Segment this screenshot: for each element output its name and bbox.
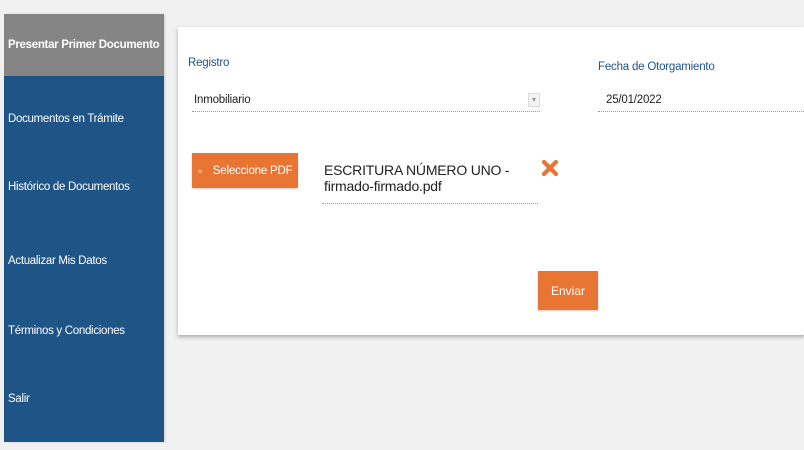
sidebar-item-label: Histórico de Documentos (8, 181, 130, 193)
sidebar-item-historico-de-documentos[interactable]: Histórico de Documentos (4, 156, 164, 218)
fecha-otorgamiento-label: Fecha de Otorgamiento (598, 61, 715, 73)
select-pdf-label: Seleccione PDF (212, 164, 293, 177)
sidebar-item-documentos-en-tramite[interactable]: Documentos en Trámite (4, 88, 164, 150)
sidebar-item-label: Términos y Condiciones (8, 325, 125, 337)
select-pdf-button[interactable]: ● Seleccione PDF (192, 153, 298, 188)
send-button-label: Enviar (550, 283, 585, 298)
registro-select[interactable]: Inmobiliario ▼ (192, 90, 540, 112)
fecha-otorgamiento-value: 25/01/2022 (606, 94, 662, 106)
sidebar-item-label: Actualizar Mis Datos (8, 255, 107, 267)
sidebar-item-label: Documentos en Trámite (8, 113, 124, 125)
sidebar-item-terminos-y-condiciones[interactable]: Términos y Condiciones (4, 300, 164, 362)
document-form-card: Registro Inmobiliario ▼ Fecha de Otorgam… (178, 27, 804, 335)
sidebar-item-label: Salir (8, 393, 30, 405)
registro-select-value: Inmobiliario (194, 94, 251, 106)
sidebar: Presentar Primer Documento Documentos en… (4, 14, 164, 442)
close-icon[interactable] (541, 159, 559, 177)
selected-file-name: ESCRITURA NÚMERO UNO -firmado-firmado.pd… (324, 162, 510, 194)
chevron-down-icon[interactable]: ▼ (528, 93, 540, 107)
sidebar-item-label: Presentar Primer Documento (8, 39, 160, 51)
sidebar-item-actualizar-mis-datos[interactable]: Actualizar Mis Datos (4, 230, 164, 292)
sidebar-item-salir[interactable]: Salir (4, 368, 164, 430)
bullet-icon: ● (197, 165, 203, 176)
fecha-otorgamiento-input[interactable]: 25/01/2022 (598, 90, 804, 112)
sidebar-item-presentar-primer-documento[interactable]: Presentar Primer Documento (4, 14, 164, 76)
send-button[interactable]: Enviar (538, 271, 598, 310)
registro-label: Registro (188, 57, 230, 69)
selected-file-field: ESCRITURA NÚMERO UNO -firmado-firmado.pd… (322, 162, 538, 204)
